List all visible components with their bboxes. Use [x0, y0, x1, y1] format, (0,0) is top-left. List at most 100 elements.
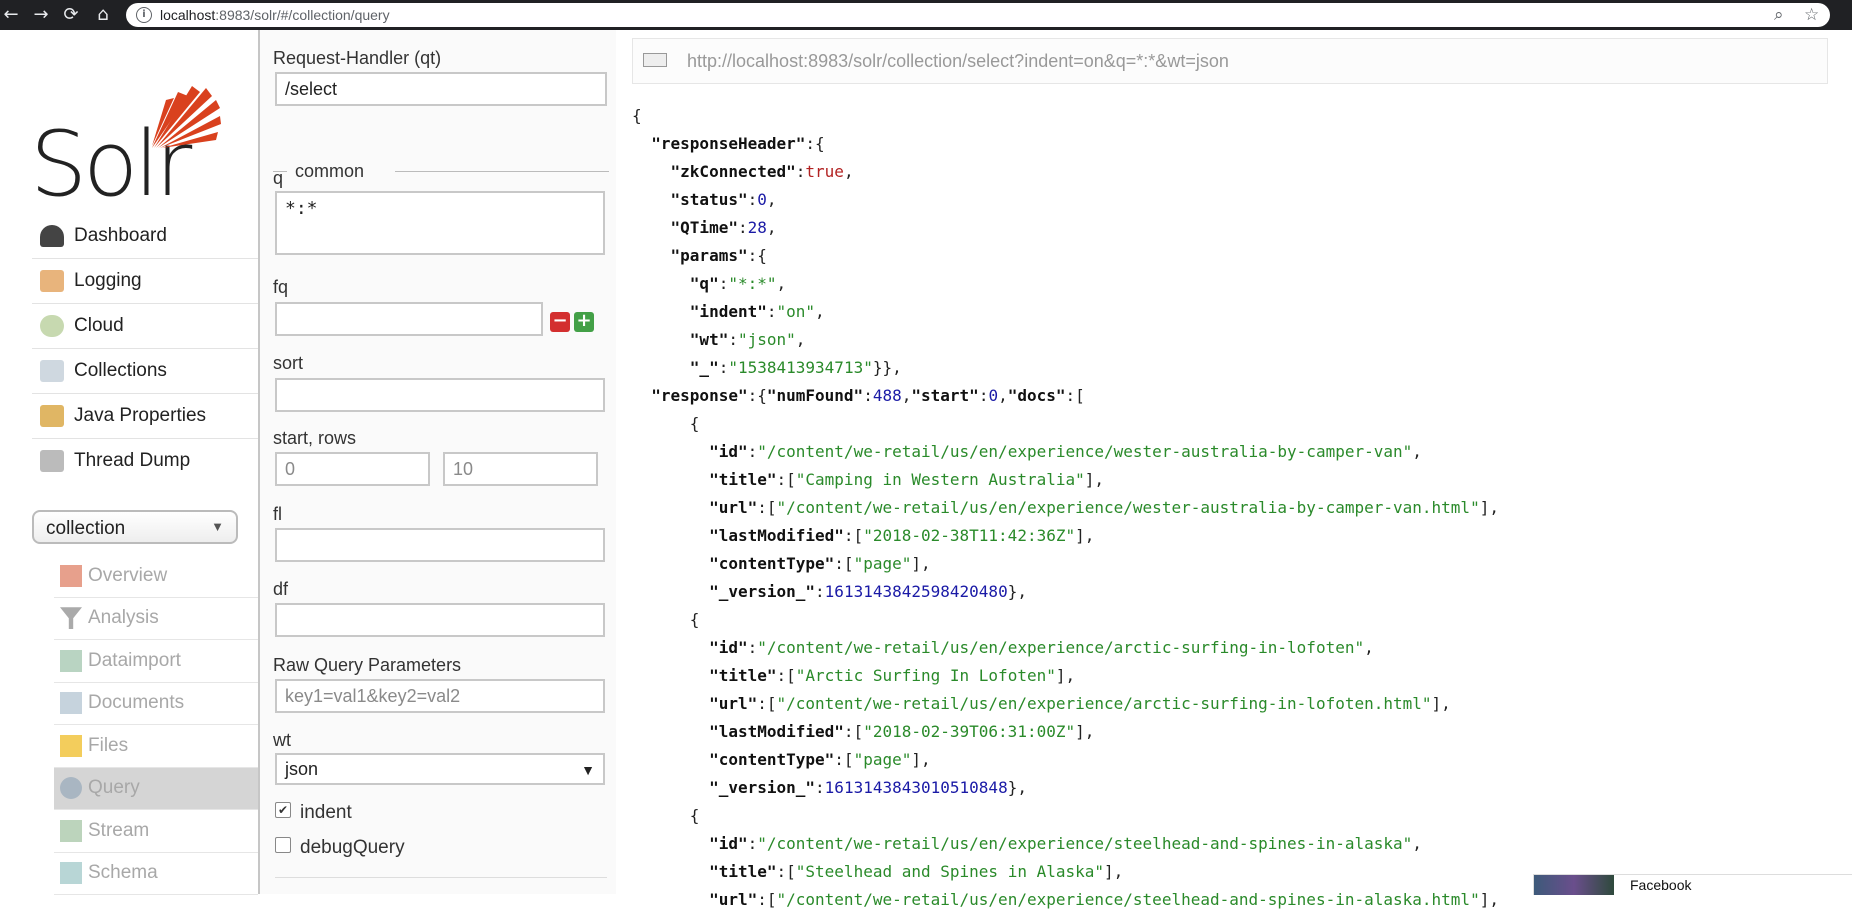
stream-icon: [60, 819, 82, 842]
core-nav-schema[interactable]: Schema: [54, 853, 258, 895]
debug-query-label: debugQuery: [300, 837, 405, 858]
core-nav-label: Query: [88, 777, 140, 799]
sort-input[interactable]: [275, 378, 605, 412]
nav-item-collections[interactable]: Collections: [32, 349, 258, 394]
json-zkconnected: true: [805, 162, 844, 181]
add-fq-button[interactable]: +: [574, 312, 594, 332]
wt-select[interactable]: json ▼: [275, 753, 605, 785]
core-nav-label: Schema: [88, 862, 158, 884]
request-url-bar[interactable]: http://localhost:8983/solr/collection/se…: [632, 38, 1828, 84]
core-nav-dataimport[interactable]: Dataimport: [54, 640, 258, 683]
query-icon: [60, 777, 82, 800]
core-nav-stream[interactable]: Stream: [54, 810, 258, 853]
df-input[interactable]: [275, 603, 605, 637]
core-nav-files[interactable]: Files: [54, 725, 258, 768]
zoom-icon[interactable]: ⌕: [1774, 5, 1784, 25]
site-info-icon[interactable]: i: [136, 7, 152, 23]
raw-query-input[interactable]: key1=val1&key2=val2: [275, 679, 605, 713]
start-rows-label: start, rows: [273, 428, 357, 448]
doc-last-modified: "2018-02-39T06:31:00Z": [863, 722, 1076, 741]
json-numfound: 488: [872, 386, 902, 405]
remove-fq-button[interactable]: −: [550, 312, 570, 332]
dashboard-icon: [40, 225, 64, 247]
core-nav-analysis[interactable]: Analysis: [54, 598, 258, 640]
request-url[interactable]: http://localhost:8983/solr/collection/se…: [687, 51, 1229, 72]
core-nav: Overview Analysis Dataimport Documents F…: [54, 555, 258, 895]
divider: [395, 171, 609, 172]
nav-item-java-properties[interactable]: Java Properties: [32, 394, 258, 439]
address-host: localhost: [160, 7, 216, 23]
nav-item-cloud[interactable]: Cloud: [32, 304, 258, 349]
core-nav-label: Analysis: [88, 607, 159, 629]
link-icon: [643, 53, 667, 67]
overview-icon: [60, 564, 82, 587]
nav-item-logging[interactable]: Logging: [32, 259, 258, 304]
forward-icon[interactable]: →: [30, 4, 52, 26]
core-selector-value: collection: [46, 518, 126, 539]
doc-content-type: "page": [853, 554, 912, 573]
df-label: df: [273, 579, 289, 599]
json-qtime: 28: [747, 218, 767, 237]
json-param-q: "*:*": [728, 274, 777, 293]
divider: [275, 877, 607, 878]
nav-label: Thread Dump: [74, 450, 191, 471]
doc-title: "Steelhead and Spines in Alaska": [795, 862, 1105, 881]
json-response: { "responseHeader":{ "zkConnected":true,…: [632, 106, 1499, 909]
thread-dump-icon: [40, 450, 64, 472]
request-handler-input[interactable]: /select: [275, 72, 607, 106]
java-properties-icon: [40, 405, 64, 427]
popup-thumbnail: [1534, 875, 1614, 895]
core-nav-label: Documents: [88, 692, 185, 714]
sort-label: sort: [273, 353, 304, 373]
start-input[interactable]: 0: [275, 452, 430, 486]
doc-id: "/content/we-retail/us/en/experience/arc…: [757, 638, 1365, 657]
indent-label: indent: [300, 802, 352, 823]
nav-label: Logging: [74, 270, 142, 291]
doc-url: "/content/we-retail/us/en/experience/arc…: [776, 694, 1432, 713]
json-start: 0: [988, 386, 999, 405]
fq-label: fq: [273, 277, 289, 297]
doc-url: "/content/we-retail/us/en/experience/ste…: [776, 890, 1480, 909]
json-status: 0: [757, 190, 767, 209]
query-form: Request-Handler (qt) /select common q *:…: [260, 30, 616, 894]
results-pane: http://localhost:8983/solr/collection/se…: [618, 30, 1852, 909]
rows-input[interactable]: 10: [443, 452, 598, 486]
debug-query-checkbox[interactable]: [275, 837, 291, 853]
fq-input[interactable]: [275, 302, 543, 336]
doc-title: "Camping in Western Australia": [795, 470, 1085, 489]
nav-label: Collections: [74, 360, 167, 381]
home-icon[interactable]: ⌂: [92, 4, 114, 26]
nav-label: Java Properties: [74, 405, 207, 426]
doc-version: 1613143843010510848: [824, 778, 1008, 797]
core-nav-query[interactable]: Query: [54, 767, 258, 810]
nav-item-dashboard[interactable]: Dashboard: [32, 214, 258, 259]
schema-icon: [60, 862, 82, 885]
solr-logo[interactable]: Solr: [30, 78, 230, 218]
bookmark-star-icon[interactable]: ☆: [1804, 5, 1819, 25]
main-nav: Dashboard Logging Cloud Collections Java…: [32, 214, 258, 483]
section-common: common: [273, 161, 609, 181]
q-input[interactable]: *:*: [275, 191, 605, 255]
doc-last-modified: "2018-02-38T11:42:36Z": [863, 526, 1076, 545]
reload-icon[interactable]: ⟳: [60, 4, 82, 26]
q-label: q: [273, 168, 284, 188]
address-path: :8983/solr/#/collection/query: [215, 7, 390, 23]
address-bar[interactable]: i localhost:8983/solr/#/collection/query…: [126, 3, 1830, 27]
indent-checkbox[interactable]: ✔: [275, 802, 291, 818]
nav-label: Dashboard: [74, 225, 167, 246]
nav-item-thread-dump[interactable]: Thread Dump: [32, 439, 258, 483]
sunburst-icon: [152, 86, 221, 148]
nav-label: Cloud: [74, 315, 124, 336]
analysis-icon: [60, 607, 82, 630]
request-handler-label: Request-Handler (qt): [273, 48, 442, 68]
facebook-popup[interactable]: Facebook: [1533, 874, 1852, 895]
core-nav-documents[interactable]: Documents: [54, 683, 258, 725]
core-nav-overview[interactable]: Overview: [54, 555, 258, 598]
core-selector[interactable]: collection ▼: [32, 510, 238, 544]
chevron-down-icon: ▼: [581, 762, 595, 778]
wt-label: wt: [273, 730, 291, 750]
fl-input[interactable]: [275, 528, 605, 562]
doc-content-type: "page": [853, 750, 912, 769]
back-icon[interactable]: ←: [0, 4, 22, 26]
fl-label: fl: [273, 504, 282, 524]
